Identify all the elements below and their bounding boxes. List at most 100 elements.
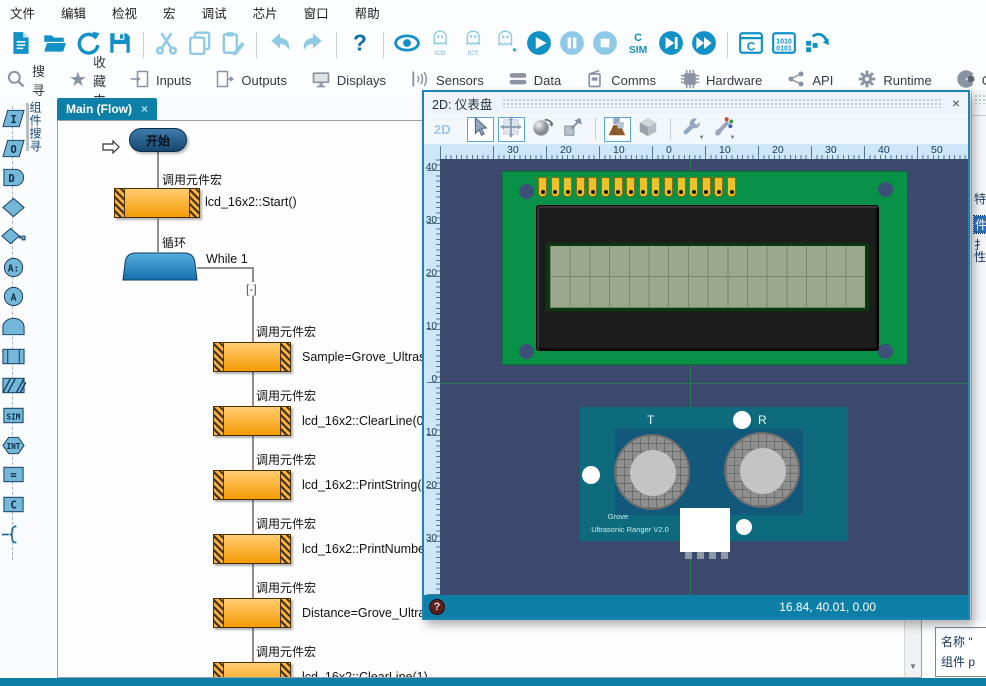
menu-item-8[interactable]: 帮助 [355, 3, 380, 22]
palette-tool-loop[interactable] [1, 316, 26, 337]
z-order-tool[interactable] [604, 117, 631, 142]
category-comms[interactable]: Comms [585, 69, 656, 92]
ultrasonic-ranger-component[interactable]: T R Grove Ultrasonic Ranger V2.0 [580, 407, 848, 541]
tab-close-icon[interactable]: × [141, 102, 148, 116]
svg-text:INT: INT [7, 442, 21, 451]
paste-button[interactable] [218, 30, 248, 60]
flow-call-node[interactable] [213, 662, 291, 677]
palette-tool-simulation[interactable]: SIM [1, 405, 26, 426]
menu-item-1[interactable]: 文件 [10, 3, 35, 22]
dashboard-drag-grip[interactable] [502, 98, 941, 108]
tools-menu-tool[interactable]: ▼ [679, 117, 706, 142]
category-data[interactable]: Data [508, 69, 561, 92]
pan-move-tool[interactable] [498, 117, 525, 142]
flow-start-node[interactable]: 开始 [129, 128, 187, 152]
play-button[interactable] [524, 30, 554, 60]
palette-tool-connection-point[interactable]: A: [1, 257, 26, 278]
stop-button[interactable] [590, 30, 620, 60]
lcd-16x2-component[interactable] [502, 171, 908, 365]
open-file-button[interactable] [39, 30, 69, 60]
view-eye-button[interactable] [392, 30, 422, 60]
dashboard-close-icon[interactable]: × [952, 96, 960, 110]
palette-tool-switch[interactable] [1, 227, 26, 248]
dashboard-title-bar[interactable]: 2D: 仪表盘 × [424, 92, 968, 114]
palette-tool-c-code[interactable]: C [1, 494, 26, 515]
palette-tool-interrupt[interactable]: INT [1, 435, 26, 456]
flow-connector [157, 151, 159, 189]
view-3d-tool[interactable] [635, 117, 662, 142]
palette-tool-component-macro[interactable] [1, 375, 26, 396]
category-api[interactable]: API [786, 69, 833, 92]
copy-button[interactable] [185, 30, 215, 60]
flow-call-node[interactable] [213, 470, 291, 500]
sensors-icon [410, 69, 430, 92]
component-search-vertical-label[interactable]: 组件搜寻 [30, 101, 44, 165]
palette-tool-output[interactable]: O [1, 138, 26, 159]
category-runtime[interactable]: Runtime [857, 69, 931, 92]
palette-tool-delay[interactable]: D [1, 167, 26, 188]
menu-item-4[interactable]: 宏 [163, 3, 176, 22]
palette-tool-calculation[interactable]: = [1, 464, 26, 485]
flow-while-loop-node[interactable] [122, 252, 198, 281]
category-hardware[interactable]: Hardware [680, 69, 762, 92]
scale-tool[interactable] [560, 117, 587, 142]
view-binary-button[interactable]: 10100101 [769, 30, 799, 60]
tab-main-flow[interactable]: Main (Flow) × [57, 98, 157, 120]
help-button[interactable]: ? [345, 30, 375, 60]
open-file-icon [41, 30, 67, 61]
undo-button[interactable] [265, 30, 295, 60]
palette-tool-comment[interactable] [1, 524, 26, 545]
category-outputs[interactable]: Outputs [215, 69, 287, 92]
component-search[interactable]: 搜寻 [6, 61, 45, 99]
c-sim-button[interactable]: CSIM [623, 30, 653, 60]
palette-tool-goto-connection[interactable]: A [1, 286, 26, 307]
dropdown-arrow-icon[interactable]: ▼ [699, 135, 705, 141]
component-search-label: 搜寻 [32, 61, 45, 99]
dropdown-arrow-icon[interactable]: ▼ [730, 135, 736, 141]
ghost-run-icon: * [493, 30, 519, 61]
dashboard-canvas[interactable]: T R Grove Ultrasonic Ranger V2.0 [440, 159, 968, 595]
view-c-code-button[interactable]: C [736, 30, 766, 60]
ghost-ict-button[interactable]: ICT [458, 30, 488, 60]
rotate-tool[interactable] [529, 117, 556, 142]
menu-item-2[interactable]: 编辑 [61, 3, 86, 22]
properties-edge-char[interactable]: 件 [974, 216, 986, 233]
flow-call-text: Sample=Grove_Ultras [302, 350, 425, 364]
category-displays[interactable]: Displays [311, 69, 386, 92]
step-over-button[interactable] [689, 30, 719, 60]
menu-item-6[interactable]: 芯片 [253, 3, 278, 22]
properties-panel-edge[interactable]: 特件扌性 [971, 90, 986, 620]
flow-call-node[interactable] [114, 188, 200, 218]
ghost-run-button[interactable]: * [491, 30, 521, 60]
category-hardware-label: Hardware [706, 73, 762, 88]
new-file-button[interactable] [6, 30, 36, 60]
menu-item-5[interactable]: 调试 [202, 3, 227, 22]
save-button[interactable] [105, 30, 135, 60]
palette-tool-decision[interactable] [1, 197, 26, 218]
flow-call-node[interactable] [213, 598, 291, 628]
palette-tool-input[interactable]: I [1, 108, 26, 129]
palette-tool-macro[interactable] [1, 346, 26, 367]
flow-call-node[interactable] [213, 406, 291, 436]
cut-button[interactable] [152, 30, 182, 60]
category-creation[interactable]: Creation [956, 69, 986, 92]
pause-button[interactable] [557, 30, 587, 60]
flow-call-node[interactable] [213, 342, 291, 372]
properties-edge-char[interactable]: 特 [974, 190, 986, 207]
export-chart-button[interactable] [802, 30, 832, 60]
flow-call-node[interactable] [213, 534, 291, 564]
outputs-icon [215, 69, 235, 92]
ghost-icd-button[interactable]: ICD [425, 30, 455, 60]
error-indicator-icon[interactable]: ? [429, 599, 445, 615]
menu-item-7[interactable]: 窗口 [304, 3, 329, 22]
properties-edge-char[interactable]: 性 [974, 248, 986, 265]
step-into-button[interactable] [656, 30, 686, 60]
select-cursor-tool[interactable] [467, 117, 494, 142]
appearance-menu-tool[interactable]: ▼ [710, 117, 737, 142]
category-inputs[interactable]: Inputs [130, 69, 191, 92]
category-sensors[interactable]: Sensors [410, 69, 484, 92]
redo-button[interactable] [298, 30, 328, 60]
flow-collapse-toggle[interactable]: [-] [245, 282, 258, 296]
menu-item-3[interactable]: 检视 [112, 3, 137, 22]
scroll-down-icon[interactable]: ▼ [905, 658, 921, 675]
